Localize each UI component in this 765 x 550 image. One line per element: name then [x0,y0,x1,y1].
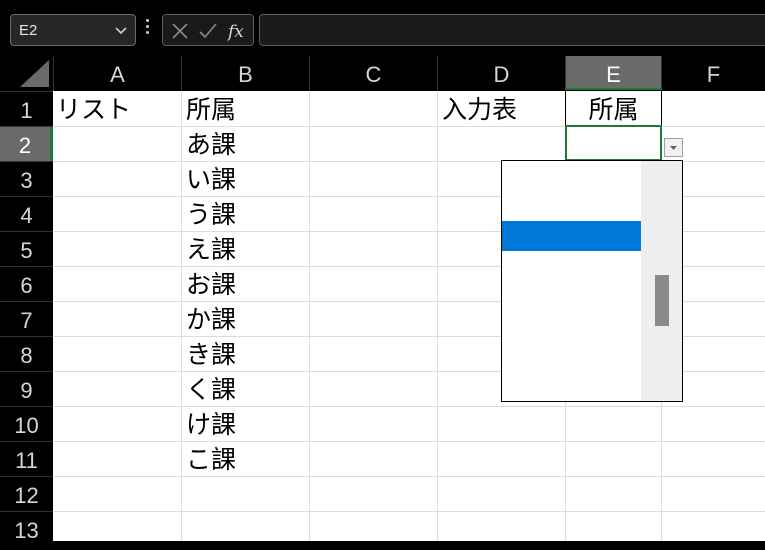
cell-b5[interactable]: え課 [186,231,236,266]
gridline [309,91,310,541]
dropdown-highlighted-item[interactable] [502,221,641,251]
gridline [53,441,765,442]
column-header-e[interactable]: E [565,56,661,91]
cell-b7[interactable]: か課 [186,301,236,336]
name-box[interactable]: E2 [10,14,136,46]
cell-e1-border [565,90,662,125]
scrollbar-thumb[interactable] [655,275,669,326]
dropdown-arrow-icon [670,146,677,150]
row-header-12[interactable]: 12 [0,476,53,511]
formula-input[interactable] [259,14,765,46]
cell-b3[interactable]: い課 [186,161,236,196]
row-header-11[interactable]: 11 [0,441,53,476]
more-options-icon[interactable] [144,19,150,41]
gridline [53,476,765,477]
cell-b2[interactable]: あ課 [186,126,236,161]
column-header-b[interactable]: B [181,56,309,91]
cell-a1[interactable]: リスト [56,91,131,126]
formula-bar: E2 fx [0,0,765,56]
cell-d1[interactable]: 入力表 [442,91,517,126]
insert-function-icon[interactable]: fx [225,19,251,43]
name-box-value: E2 [19,22,38,39]
gridline [181,91,182,541]
row-header-7[interactable]: 7 [0,301,53,336]
chevron-down-icon[interactable] [113,21,129,39]
row-header-1[interactable]: 1 [0,91,53,126]
row-header-6[interactable]: 6 [0,266,53,301]
row-header-10[interactable]: 10 [0,406,53,441]
cell-b10[interactable]: け課 [186,406,236,441]
gridline [53,511,765,512]
row-header-9[interactable]: 9 [0,371,53,406]
row-header-2[interactable]: 2 [0,126,53,161]
cell-b4[interactable]: う課 [186,196,236,231]
column-header-a[interactable]: A [53,56,181,91]
column-header-c[interactable]: C [309,56,437,91]
cell-b9[interactable]: く課 [186,371,236,406]
dropdown-scrollbar[interactable] [641,161,682,401]
dropdown-button[interactable] [664,138,683,157]
svg-text:fx: fx [226,22,244,42]
gridline [437,91,438,541]
cell-b11[interactable]: こ課 [186,441,236,476]
gridline [53,406,765,407]
row-header-5[interactable]: 5 [0,231,53,266]
row-header-8[interactable]: 8 [0,336,53,371]
cell-b6[interactable]: お課 [186,266,236,301]
cancel-icon[interactable] [169,19,191,43]
selected-cell-e2[interactable] [565,125,662,161]
select-all-corner[interactable] [0,56,53,91]
row-header-3[interactable]: 3 [0,161,53,196]
column-header-d[interactable]: D [437,56,565,91]
validation-dropdown-list[interactable] [501,160,683,402]
cell-b8[interactable]: き課 [186,336,236,371]
cell-b1[interactable]: 所属 [186,91,236,126]
row-header-4[interactable]: 4 [0,196,53,231]
enter-check-icon[interactable] [197,19,219,43]
column-header-f[interactable]: F [661,56,765,91]
formula-function-buttons: fx [162,14,254,46]
